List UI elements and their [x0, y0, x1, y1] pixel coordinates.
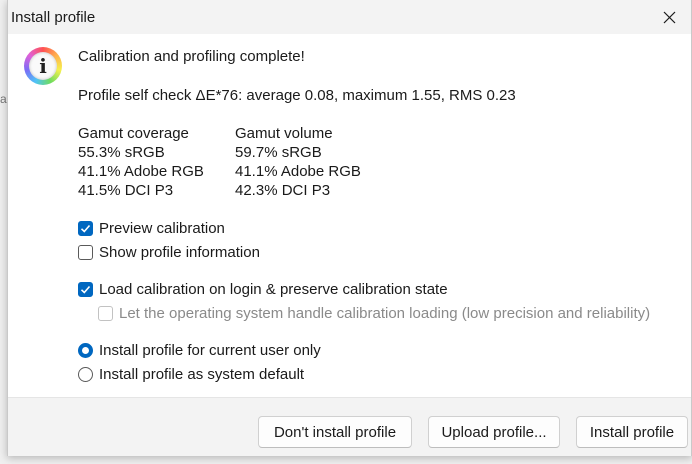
show-profile-info-label: Show profile information: [99, 244, 260, 261]
gamut-volume-header: Gamut volume: [235, 125, 333, 142]
background-text: a: [0, 92, 7, 106]
install-system-default-radio[interactable]: Install profile as system default: [78, 366, 304, 383]
gamut-coverage-value: 41.1% Adobe RGB: [78, 163, 204, 180]
install-current-user-radio[interactable]: Install profile for current user only: [78, 342, 321, 359]
self-check-summary: Profile self check ΔE*76: average 0.08, …: [78, 87, 516, 104]
gamut-volume-value: 59.7% sRGB: [235, 144, 322, 161]
checkbox-unchecked[interactable]: [78, 245, 93, 260]
completion-heading: Calibration and profiling complete!: [78, 48, 305, 65]
show-profile-info-checkbox[interactable]: Show profile information: [78, 244, 260, 261]
gamut-coverage-header: Gamut coverage: [78, 125, 189, 142]
radio-unselected[interactable]: [78, 367, 93, 382]
checkmark-icon: [80, 224, 91, 233]
checkbox-checked[interactable]: [78, 221, 93, 236]
preview-calibration-checkbox[interactable]: Preview calibration: [78, 220, 225, 237]
window-title: Install profile: [11, 9, 96, 26]
load-calibration-checkbox[interactable]: Load calibration on login & preserve cal…: [78, 281, 448, 298]
gamut-volume-column: Gamut volume 59.7% sRGB 41.1% Adobe RGB …: [235, 124, 361, 200]
close-icon: [663, 11, 675, 23]
load-calibration-label: Load calibration on login & preserve cal…: [99, 281, 448, 298]
info-icon: i: [24, 47, 62, 85]
button-bar: Don't install profile Upload profile... …: [8, 397, 691, 456]
install-profile-button[interactable]: Install profile: [576, 416, 688, 448]
checkbox-checked[interactable]: [78, 282, 93, 297]
checkmark-icon: [80, 285, 91, 294]
upload-profile-button[interactable]: Upload profile...: [428, 416, 560, 448]
dont-install-button[interactable]: Don't install profile: [258, 416, 412, 448]
gamut-coverage-value: 55.3% sRGB: [78, 144, 165, 161]
install-system-default-label: Install profile as system default: [99, 366, 305, 383]
install-profile-dialog: Install profile i Calibration and profil…: [7, 0, 692, 456]
os-handle-calibration-checkbox[interactable]: Let the operating system handle calibrat…: [98, 305, 650, 322]
install-current-user-label: Install profile for current user only: [99, 342, 321, 359]
gamut-volume-value: 42.3% DCI P3: [235, 182, 331, 199]
gamut-volume-value: 41.1% Adobe RGB: [235, 163, 361, 180]
gamut-coverage-column: Gamut coverage 55.3% sRGB 41.1% Adobe RG…: [78, 124, 204, 200]
close-button[interactable]: [647, 0, 691, 34]
preview-calibration-label: Preview calibration: [99, 220, 225, 237]
checkbox-disabled[interactable]: [98, 306, 113, 321]
title-bar: Install profile: [8, 0, 691, 34]
gamut-coverage-value: 41.5% DCI P3: [78, 182, 174, 199]
os-handle-calibration-label: Let the operating system handle calibrat…: [119, 305, 651, 322]
radio-selected[interactable]: [78, 343, 93, 358]
